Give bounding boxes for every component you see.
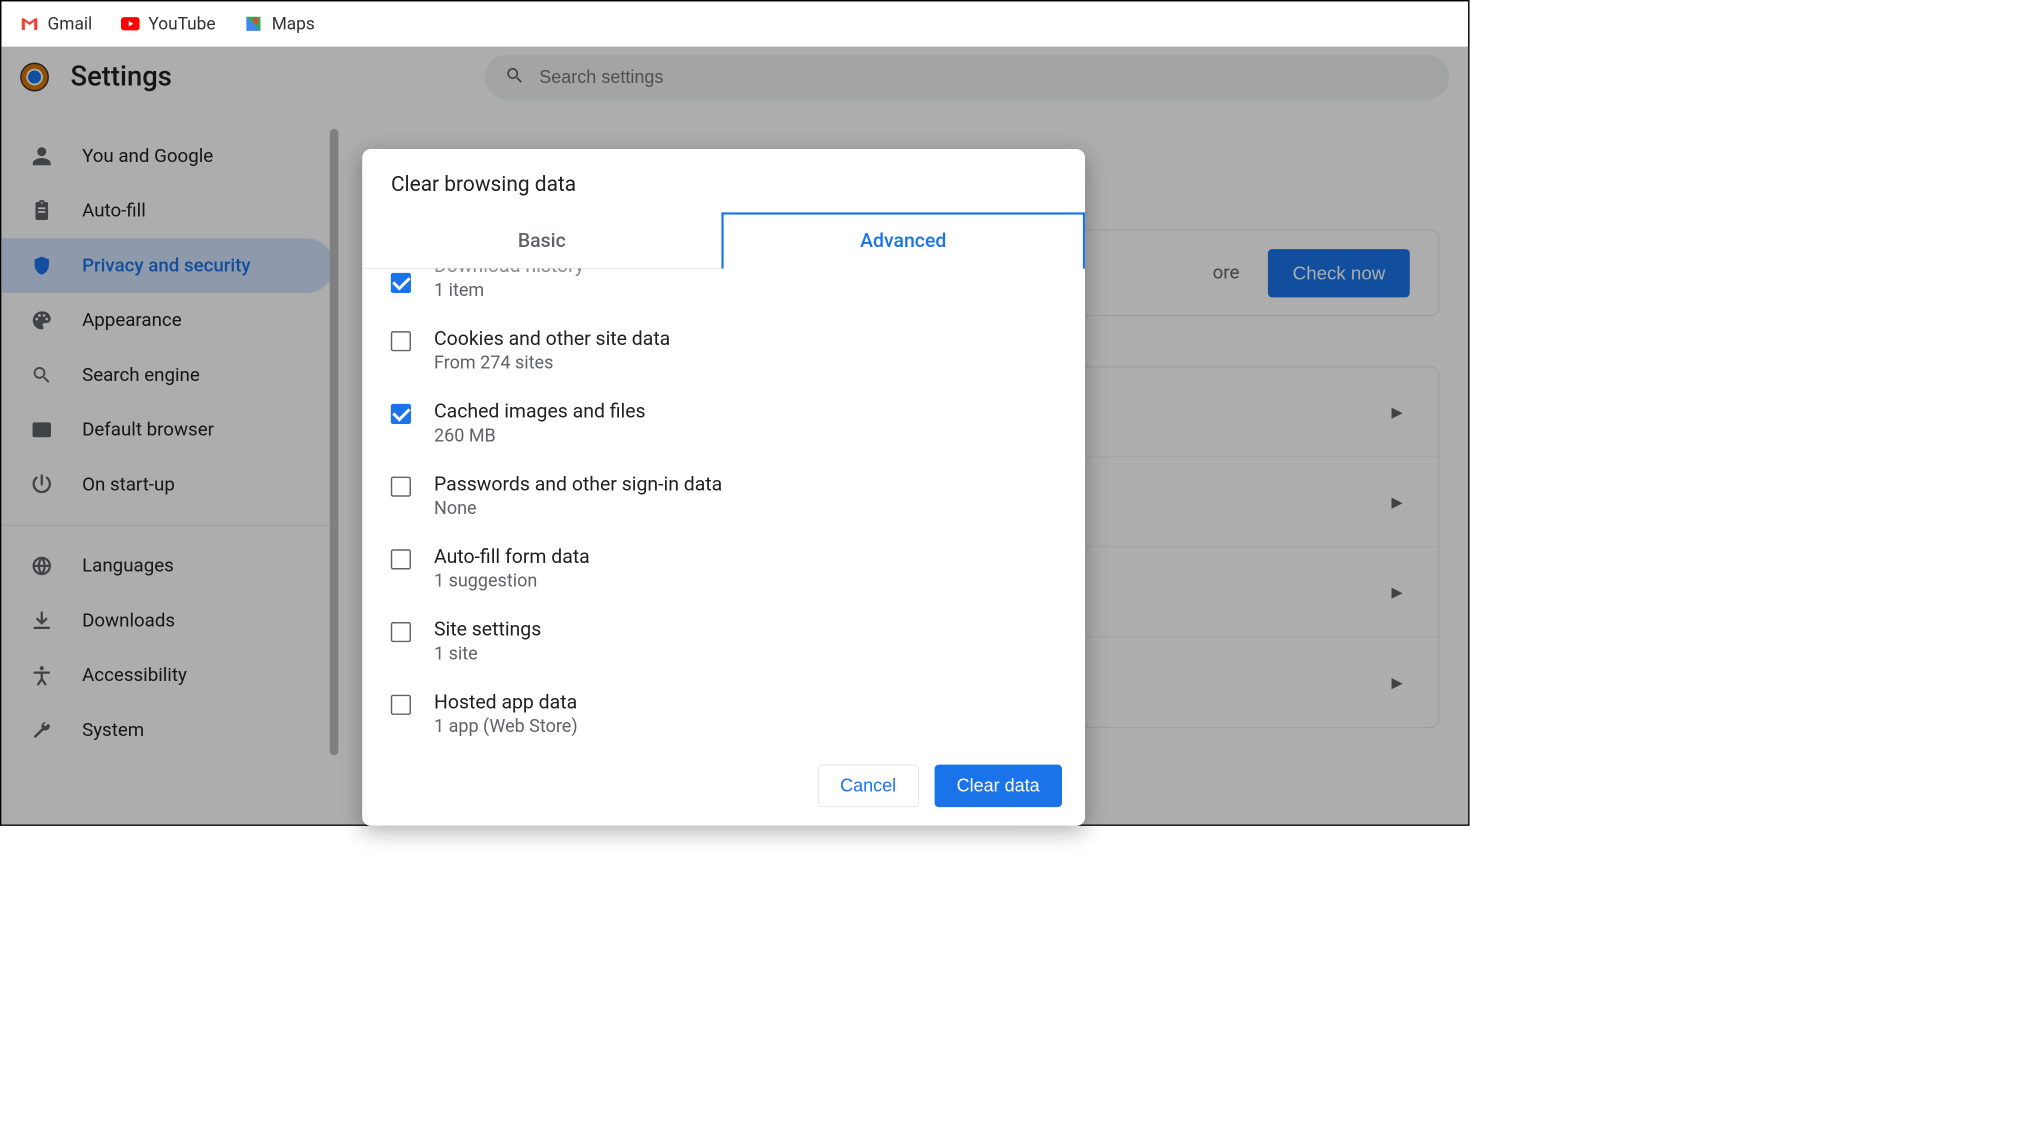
maps-icon — [244, 14, 263, 33]
bookmark-label: YouTube — [148, 14, 215, 34]
gmail-icon — [20, 14, 39, 33]
cancel-button[interactable]: Cancel — [818, 765, 919, 807]
option-title: Cookies and other site data — [434, 327, 670, 350]
option-title: Site settings — [434, 618, 541, 641]
clear-data-option-row[interactable]: Cookies and other site data From 274 site… — [362, 314, 1078, 387]
dialog-title: Clear browsing data — [362, 149, 1085, 212]
dialog-body[interactable]: Download history 1 item Cookies and other … — [362, 269, 1085, 746]
option-title: Hosted app data — [434, 690, 578, 713]
dialog-footer: Cancel Clear data — [362, 746, 1085, 826]
bookmarks-bar: Gmail YouTube Maps — [1, 1, 1468, 46]
clear-data-button[interactable]: Clear data — [934, 765, 1062, 807]
bookmark-label: Gmail — [48, 14, 93, 34]
checkbox[interactable] — [391, 695, 411, 715]
option-subtitle: 260 MB — [434, 426, 646, 447]
bookmark-maps[interactable]: Maps — [244, 14, 314, 34]
option-subtitle: 1 site — [434, 644, 541, 665]
option-title: Passwords and other sign-in data — [434, 472, 722, 495]
option-subtitle: None — [434, 498, 722, 519]
option-subtitle: 1 app (Web Store) — [434, 716, 578, 737]
clear-data-option-row[interactable]: Site settings 1 site — [362, 605, 1078, 678]
option-subtitle: From 274 sites — [434, 353, 670, 374]
option-subtitle: 1 item — [434, 280, 584, 301]
clear-data-option-row[interactable]: Passwords and other sign-in data None — [362, 459, 1078, 532]
checkbox[interactable] — [391, 622, 411, 642]
youtube-icon — [121, 14, 140, 33]
checkbox[interactable] — [391, 331, 411, 351]
checkbox[interactable] — [391, 404, 411, 424]
option-subtitle: 1 suggestion — [434, 571, 590, 592]
clear-data-option-row[interactable]: Hosted app data 1 app (Web Store) — [362, 678, 1078, 746]
checkbox[interactable] — [391, 273, 411, 293]
dialog-tabs: Basic Advanced — [362, 212, 1085, 268]
tab-basic[interactable]: Basic — [362, 212, 721, 267]
bookmark-label: Maps — [272, 14, 315, 34]
clear-browsing-data-dialog: Clear browsing data Basic Advanced Downl… — [362, 149, 1085, 826]
clear-data-option-row[interactable]: Download history 1 item — [362, 269, 1078, 314]
checkbox[interactable] — [391, 549, 411, 569]
clear-data-option-row[interactable]: Auto-fill form data 1 suggestion — [362, 532, 1078, 605]
tab-advanced[interactable]: Advanced — [721, 212, 1085, 268]
bookmark-gmail[interactable]: Gmail — [20, 14, 92, 34]
option-title: Cached images and files — [434, 400, 646, 423]
clear-data-option-row[interactable]: Cached images and files 260 MB — [362, 387, 1078, 460]
option-title: Auto-fill form data — [434, 545, 590, 568]
checkbox[interactable] — [391, 477, 411, 497]
bookmark-youtube[interactable]: YouTube — [121, 14, 215, 34]
option-title: Download history — [434, 269, 584, 278]
